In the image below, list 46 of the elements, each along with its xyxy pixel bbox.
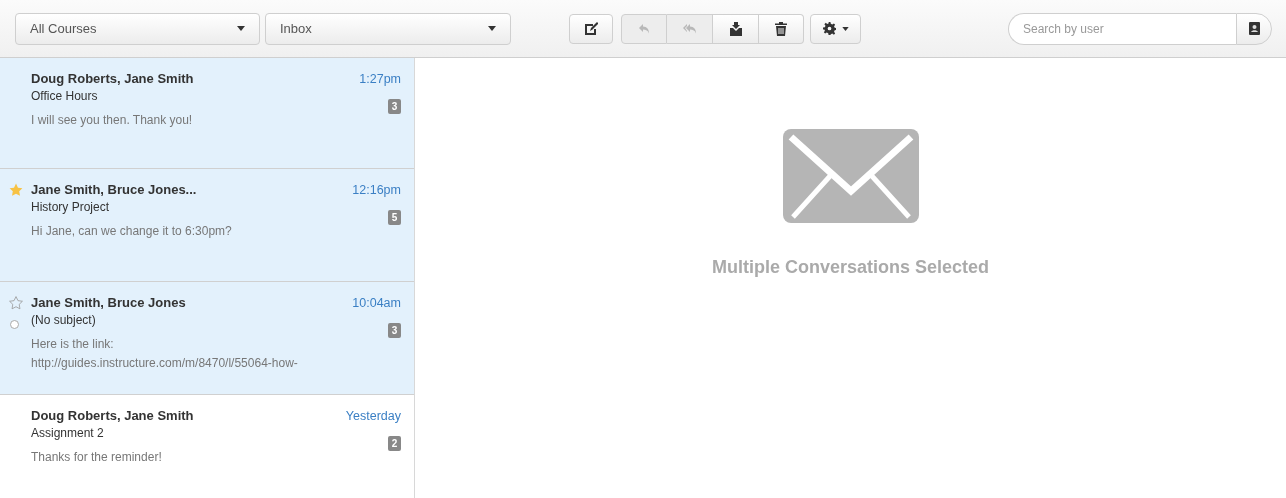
mailbox-select[interactable]: Inbox: [265, 12, 511, 45]
participants: Doug Roberts, Jane Smith: [31, 71, 194, 86]
message-time: 1:27pm: [359, 72, 401, 86]
compose-button[interactable]: [569, 13, 613, 44]
envelope-icon: [782, 129, 919, 223]
reply-all-icon: [682, 22, 697, 35]
participants: Jane Smith, Bruce Jones...: [31, 182, 197, 197]
conversation-item[interactable]: Doug Roberts, Jane Smith 1:27pm Office Hours I will see you then. Thank you! 3: [0, 58, 414, 169]
message-time: 12:16pm: [352, 183, 401, 197]
course-select[interactable]: All Courses: [15, 12, 260, 45]
empty-state-message: Multiple Conversations Selected: [711, 257, 990, 278]
message-time: 10:04am: [352, 296, 401, 310]
compose-icon: [584, 21, 598, 36]
trash-icon: [775, 21, 787, 36]
participants: Jane Smith, Bruce Jones: [31, 295, 186, 310]
message-time: Yesterday: [345, 409, 401, 423]
message-preview: Here is the link: http://guides.instructure.com/m/8470/l/55064-how-: [31, 336, 299, 372]
settings-icon: [822, 22, 836, 35]
read-toggle[interactable]: [10, 320, 19, 329]
subject: (No subject): [31, 313, 97, 327]
delete-button[interactable]: [759, 13, 804, 44]
star-icon[interactable]: [9, 296, 23, 310]
search-field[interactable]: Search by user: [1008, 12, 1236, 45]
address-book-button[interactable]: [1236, 12, 1272, 45]
caret-icon: [488, 26, 496, 31]
star-icon[interactable]: [9, 183, 23, 197]
participants: Doug Roberts, Jane Smith: [31, 408, 194, 423]
message-preview: Thanks for the reminder!: [31, 449, 163, 466]
archive-button[interactable]: [713, 13, 759, 44]
subject: History Project: [31, 200, 111, 214]
settings-button[interactable]: [810, 13, 861, 44]
caret-icon: [237, 26, 245, 31]
message-count: 3: [388, 99, 401, 114]
caret-icon: [841, 26, 849, 31]
message-count: 5: [388, 210, 401, 225]
subject: Office Hours: [31, 89, 99, 103]
reply-icon: [638, 22, 650, 35]
message-count: 3: [388, 323, 401, 338]
message-preview: Hi Jane, can we change it to 6:30pm?: [31, 223, 233, 240]
message-count: 2: [388, 436, 401, 451]
archive-icon: [728, 21, 743, 36]
conversation-item[interactable]: Jane Smith, Bruce Jones... 12:16pm History Project Hi Jane, can we change it to 6:30pm? 5: [0, 169, 414, 282]
conversation-item[interactable]: Jane Smith, Bruce Jones 10:04am (No subject) Here is the link: http://guides.instructure.com/m/8470/l/55064-how- 3: [0, 282, 414, 395]
subject: Assignment 2: [31, 426, 105, 440]
message-preview: I will see you then. Thank you!: [31, 112, 194, 129]
contact-card-icon: [1248, 22, 1260, 35]
